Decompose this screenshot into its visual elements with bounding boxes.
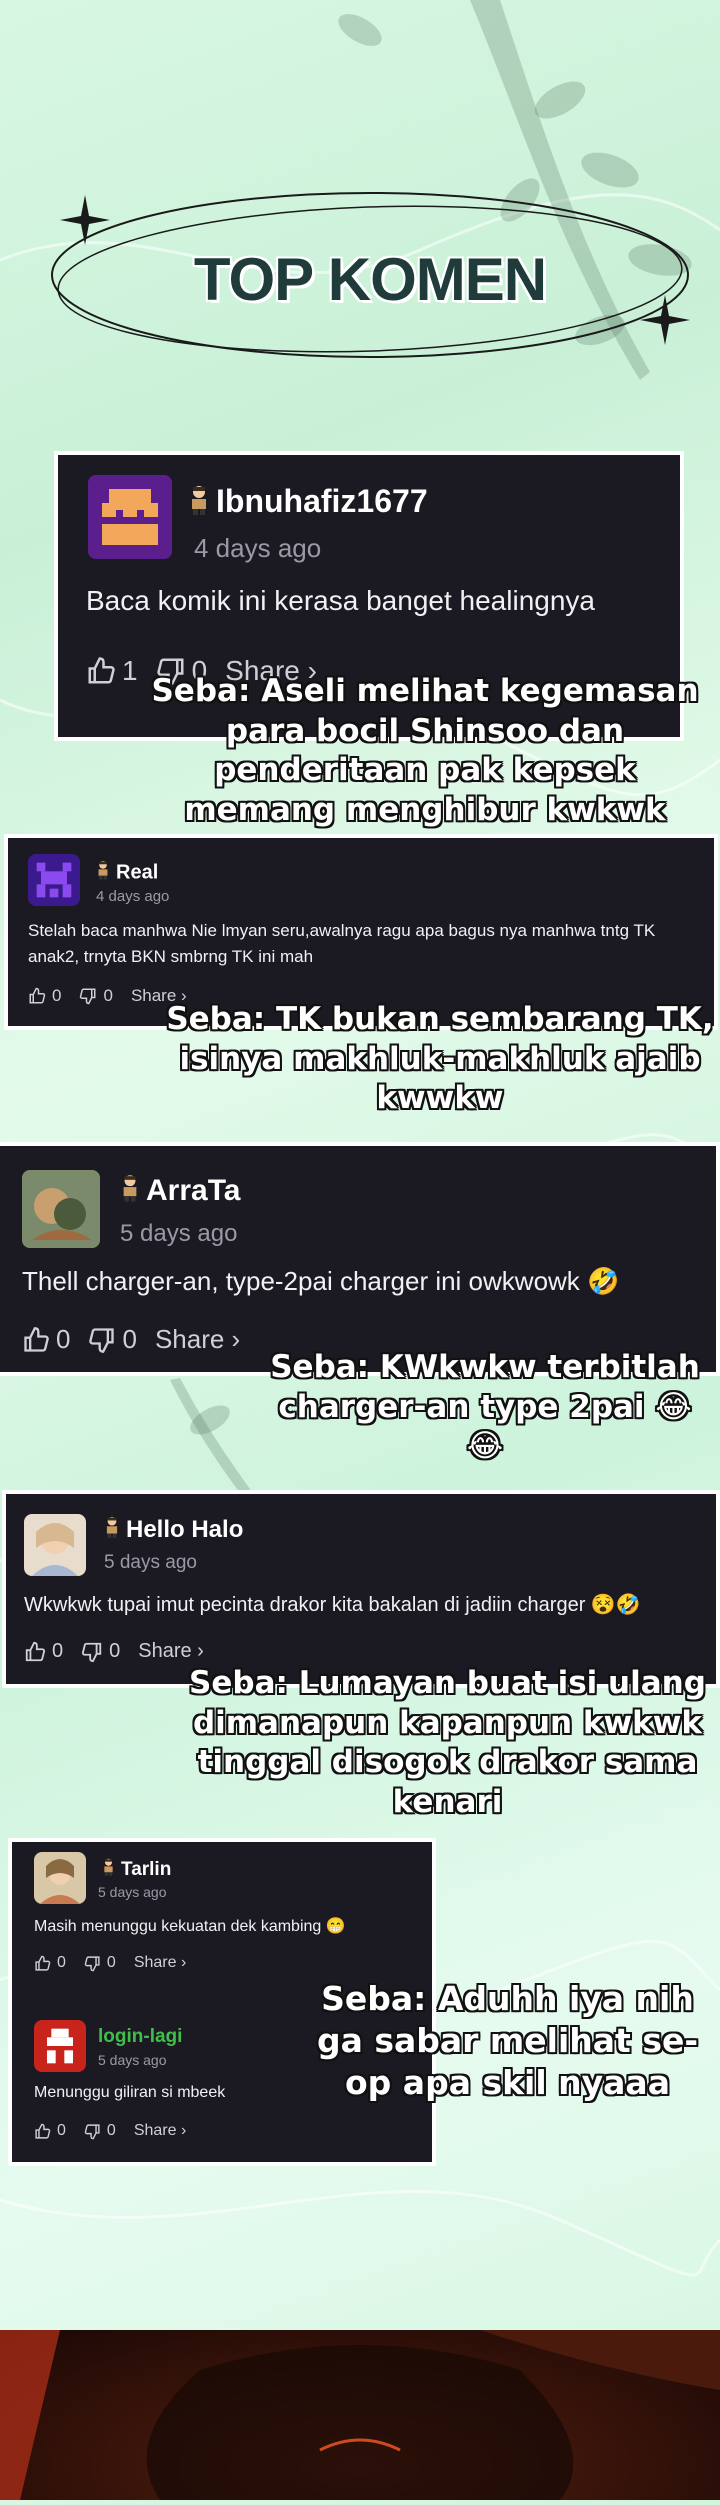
thumbs-up-icon <box>88 657 115 684</box>
username[interactable]: Tarlin <box>121 1859 171 1880</box>
timestamp: 4 days ago <box>194 533 322 563</box>
like-button[interactable]: 0 <box>22 1324 70 1355</box>
timestamp: 4 days ago <box>96 888 170 905</box>
comment-actions: 0 0 Share › <box>24 1640 222 1663</box>
avatar <box>28 854 80 906</box>
comment-actions: 0 0 Share › <box>34 2122 204 2140</box>
comment-actions: 0 0 Share › <box>34 1954 204 1972</box>
timestamp: 5 days ago <box>104 1552 197 1573</box>
like-button[interactable]: 1 <box>86 655 138 687</box>
dislike-button[interactable]: 0 <box>84 2122 116 2140</box>
thumbs-up-icon <box>29 987 46 1004</box>
thumbs-up-icon <box>35 1955 51 1971</box>
person-icon <box>96 860 110 886</box>
avatar <box>34 1852 86 1904</box>
like-button[interactable]: 0 <box>28 986 61 1006</box>
comment-text: Thell charger-an, type-2pai charger ini … <box>22 1266 620 1296</box>
comment-text: Masih menunggu kekuatan dek kambing 😁 <box>34 1918 346 1935</box>
dislike-button[interactable]: 0 <box>79 986 113 1006</box>
comment-text: Baca komik ini kerasa banget healingnya <box>86 585 595 616</box>
thumbs-up-icon <box>35 2123 51 2139</box>
dislike-button[interactable]: 0 <box>84 1954 116 1972</box>
share-button[interactable]: Share › <box>155 1324 240 1355</box>
timestamp: 5 days ago <box>120 1220 238 1247</box>
username[interactable]: ArraTa <box>146 1174 240 1207</box>
thumbs-down-icon <box>89 1327 115 1353</box>
comic-panel-preview <box>0 2330 720 2500</box>
page-title: TOP KOMEN <box>193 246 547 313</box>
person-icon <box>188 485 210 523</box>
comment-actions: 0 0 Share › <box>22 1324 258 1355</box>
thumbs-down-icon <box>80 988 96 1005</box>
reply-text: Seba: KWkwkw terbitlah charger-an type 2… <box>270 1349 700 1465</box>
like-button[interactable]: 0 <box>24 1640 63 1663</box>
comment-card: ArraTa 5 days ago Thell charger-an, type… <box>0 1146 716 1372</box>
thumbs-down-icon <box>82 1642 102 1662</box>
username[interactable]: Ibnuhafiz1677 <box>216 483 428 519</box>
dislike-button[interactable]: 0 <box>81 1640 120 1663</box>
comment-text: Menunggu giliran si mbeek <box>34 2084 226 2101</box>
header-banner: TOP KOMEN <box>40 175 700 375</box>
reply-text: Seba: Lumayan buat isi ulang dimanapun k… <box>189 1665 706 1821</box>
share-button[interactable]: Share › <box>138 1640 204 1663</box>
comment-card: Hello Halo 5 days ago Wkwkwk tupai imut … <box>6 1494 716 1684</box>
avatar <box>22 1170 100 1248</box>
share-button[interactable]: Share › <box>134 2122 186 2140</box>
thumbs-down-icon <box>84 1955 100 1971</box>
reply-text: Seba: Aseli melihat kegemasan para bocil… <box>151 673 699 829</box>
reply-text: Seba: Aduhh iya nih ga sabar melihat se-… <box>316 1979 699 2103</box>
username[interactable]: Hello Halo <box>126 1516 243 1543</box>
comment-text: Wkwkwk tupai imut pecinta drakor kita ba… <box>24 1594 641 1616</box>
username[interactable]: Real <box>116 861 158 883</box>
avatar <box>34 2020 86 2072</box>
thumbs-up-icon <box>25 1641 46 1661</box>
person-icon <box>102 1858 115 1882</box>
username[interactable]: login-lagi <box>98 2026 182 2048</box>
timestamp: 5 days ago <box>98 1884 167 1900</box>
like-button[interactable]: 0 <box>34 1954 66 1972</box>
comment-card: Real 4 days ago Stelah baca manhwa Nie l… <box>8 838 714 1026</box>
thumbs-down-icon <box>84 2123 100 2139</box>
thumbs-up-icon <box>24 1326 49 1352</box>
comment-text: Stelah baca manhwa Nie lmyan seru,awalny… <box>28 921 656 966</box>
person-icon <box>120 1174 140 1210</box>
dislike-button[interactable]: 0 <box>88 1324 137 1355</box>
sparkle-icon <box>60 195 110 245</box>
avatar <box>88 475 172 559</box>
reply-text: Seba: TK bukan sembarang TK, isinya makh… <box>166 1001 714 1117</box>
avatar <box>24 1514 86 1576</box>
share-button[interactable]: Share › <box>134 1954 186 1972</box>
timestamp: 5 days ago <box>98 2052 167 2068</box>
person-icon <box>104 1516 120 1545</box>
like-button[interactable]: 0 <box>34 2122 66 2140</box>
